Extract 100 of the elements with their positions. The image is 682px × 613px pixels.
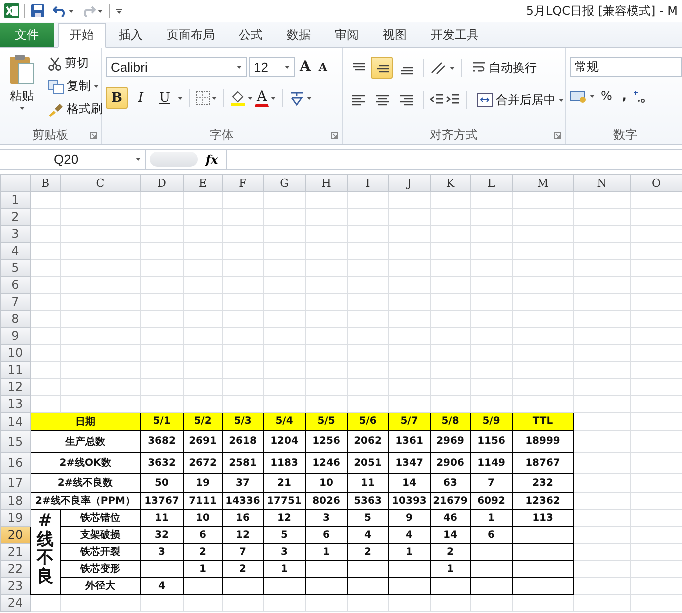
formula-bar-grip[interactable] [150,152,198,167]
table-cell: 21679 [430,492,470,510]
column-header[interactable]: N [574,174,630,192]
column-header[interactable]: G [264,174,306,192]
ribbon-tab[interactable]: 视图 [372,23,418,47]
caret-icon [20,107,24,110]
row-header[interactable]: 15 [0,430,30,452]
row-header[interactable]: 1 [0,192,30,208]
ribbon-tab[interactable]: 开始 [58,23,106,48]
table-header-cell: 日期 [30,412,140,430]
copy-icon [48,80,64,94]
row-header[interactable]: 12 [0,378,30,396]
table-cell: 5 [264,526,306,544]
column-header[interactable]: O [630,174,682,192]
column-header[interactable]: J [388,174,430,192]
table-cell: 6 [306,526,348,544]
ribbon-tab[interactable]: 插入 [108,23,154,47]
table-cell: 7 [222,544,264,560]
row-header[interactable]: 13 [0,396,30,412]
table-header-cell: 5/5 [306,412,348,430]
ribbon-tab[interactable]: 数据 [276,23,322,47]
row-header[interactable]: 23 [0,578,30,594]
align-middle-button[interactable] [371,57,393,79]
table-cell: 12 [222,526,264,544]
column-header[interactable]: E [184,174,222,192]
italic-button[interactable]: I [130,87,152,109]
copy-button[interactable]: 复制 [44,76,107,97]
underline-button[interactable]: U [154,87,176,109]
merge-center-button[interactable]: 合并后居中 [473,90,568,110]
column-header[interactable]: H [306,174,348,192]
table-cell: 7 [470,474,512,492]
row-label-cell: 铁芯错位 [60,510,140,526]
caret-icon [136,158,141,161]
row-header[interactable]: 16 [0,452,30,474]
ribbon-tab[interactable]: 页面布局 [156,23,226,47]
table-cell: 63 [430,474,470,492]
row-header[interactable]: 5 [0,260,30,276]
table-cell: 2051 [348,452,388,474]
row-header[interactable]: 22 [0,560,30,578]
column-header[interactable]: K [430,174,470,192]
shrink-font-button[interactable]: A [316,60,330,74]
table-cell: 14 [430,526,470,544]
column-header[interactable]: L [470,174,512,192]
wrap-text-button[interactable]: 自动换行 [468,58,541,78]
bold-button[interactable]: B [106,87,128,109]
save-button[interactable] [29,2,47,20]
row-header[interactable]: 21 [0,544,30,560]
table-cell: 3632 [140,452,184,474]
percent-button[interactable]: % [597,87,616,105]
column-header[interactable]: C [60,174,140,192]
row-header[interactable]: 24 [0,594,30,612]
ribbon-tab[interactable]: 公式 [228,23,274,47]
font-color-button[interactable]: A [255,89,270,107]
row-header[interactable]: 2 [0,208,30,226]
row-header[interactable]: 9 [0,328,30,344]
number-format-dropdown[interactable]: 常规 [570,57,682,77]
row-header[interactable]: 4 [0,242,30,260]
file-tab[interactable]: 文件 [0,23,54,47]
comma-style-button[interactable]: , [618,87,631,105]
table-cell: 2691 [184,430,222,452]
table-cell: 10 [184,510,222,526]
insert-function-button[interactable]: fx [198,152,226,166]
caret-icon [559,98,564,102]
customize-toolbar-button[interactable] [114,6,124,16]
row-header[interactable]: 14 [0,412,30,430]
table-cell: 3 [140,544,184,560]
phonetic-guide-icon [289,90,306,106]
format-painter-button[interactable]: 格式刷 [44,99,107,120]
caret-icon [212,96,217,100]
column-header[interactable]: F [222,174,264,192]
font-size-dropdown[interactable]: 12 [249,57,295,77]
ribbon-tab[interactable]: 开发工具 [420,23,490,47]
cut-button[interactable]: 剪切 [44,53,107,74]
ribbon-tab[interactable]: 审阅 [324,23,370,47]
align-center-icon [375,93,389,107]
name-box[interactable]: Q20 [0,150,146,169]
text-orientation-icon [430,61,448,75]
column-header[interactable]: M [512,174,574,192]
row-header[interactable]: 20 [0,526,30,544]
paste-button[interactable]: 粘贴 [4,51,40,127]
row-header[interactable]: 18 [0,492,30,510]
column-header[interactable]: I [348,174,388,192]
table-header-cell: TTL [512,412,574,430]
table-cell: 4 [348,526,388,544]
row-header[interactable]: 10 [0,344,30,362]
column-header[interactable]: D [140,174,184,192]
table-cell: 19 [184,474,222,492]
row-header[interactable]: 19 [0,510,30,526]
column-header[interactable]: B [30,174,60,192]
row-header[interactable]: 11 [0,362,30,378]
table-cell: 3 [264,544,306,560]
row-header[interactable]: 6 [0,276,30,294]
font-name-dropdown[interactable]: Calibri [106,57,247,77]
row-header[interactable]: 17 [0,474,30,492]
table-cell: 232 [512,474,574,492]
row-header[interactable]: 7 [0,294,30,310]
row-header[interactable]: 3 [0,226,30,242]
table-cell: 113 [512,510,574,526]
grow-font-button[interactable]: A [297,58,314,76]
row-header[interactable]: 8 [0,310,30,328]
